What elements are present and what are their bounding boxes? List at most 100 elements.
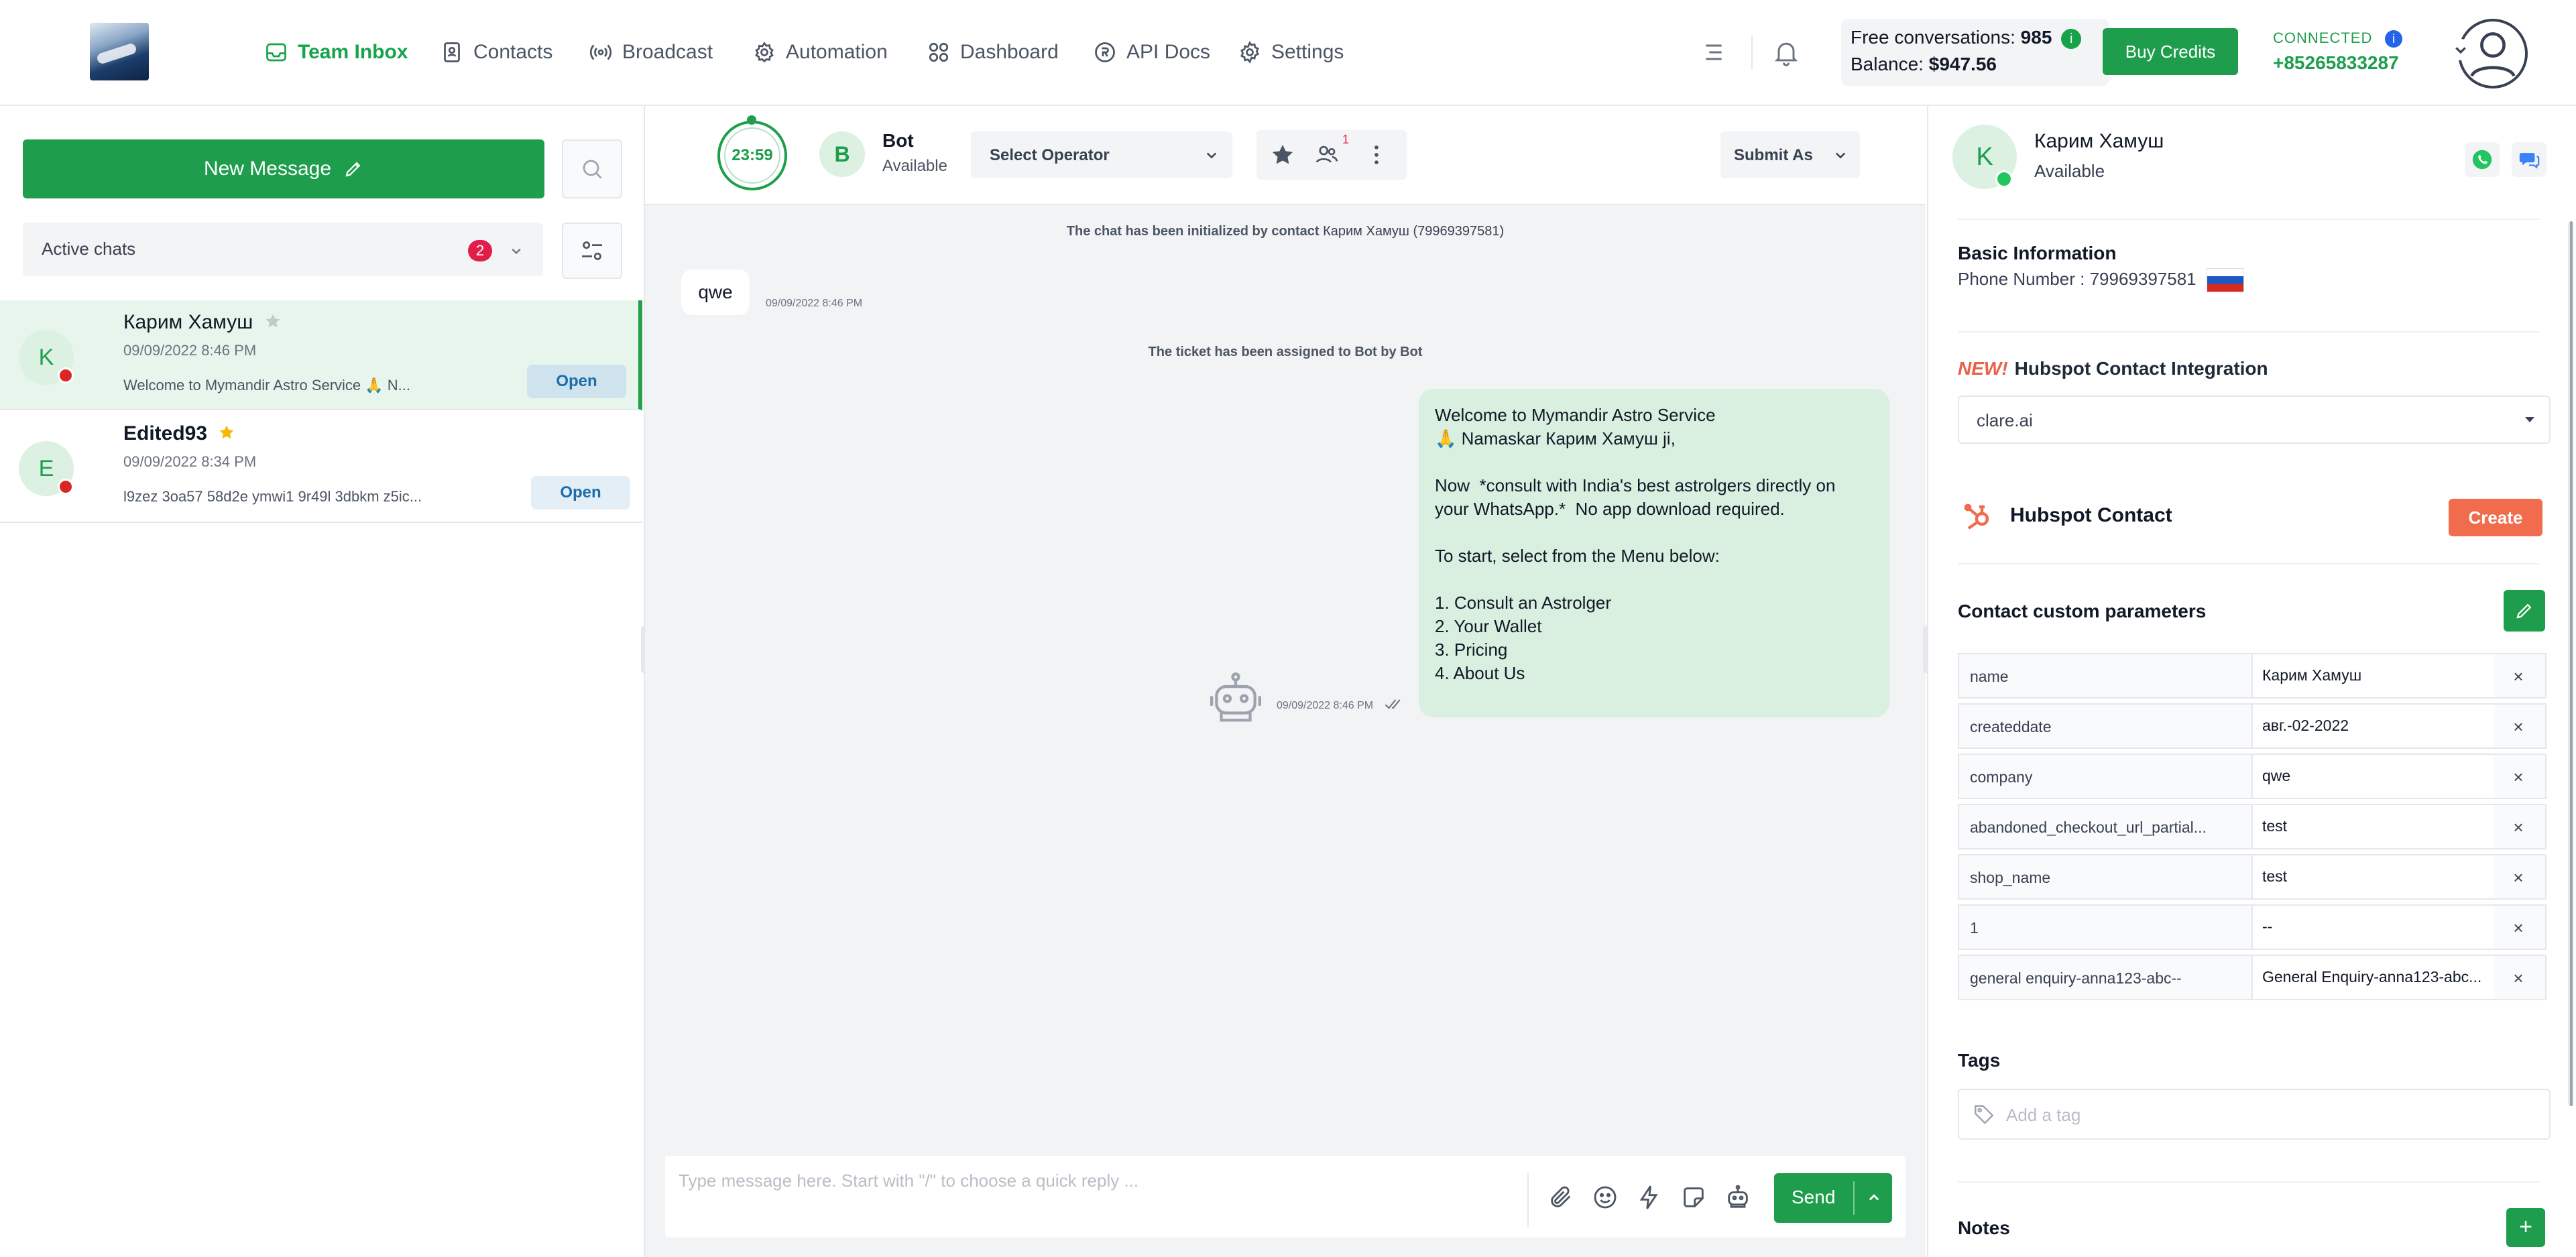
scrollbar-thumb[interactable]	[2570, 221, 2573, 1106]
open-status-button[interactable]: Open	[531, 476, 630, 510]
add-tag-placeholder: Add a tag	[2006, 1105, 2081, 1125]
submit-as-dropdown[interactable]: Submit As	[1720, 131, 1860, 178]
parameter-value-field[interactable]: Карим Хамуш	[2251, 654, 2494, 697]
offline-status-dot	[58, 367, 74, 383]
message-line: ​	[1435, 568, 1873, 591]
star-icon[interactable]	[1270, 142, 1295, 168]
message-line: your WhatsApp.* No app download required…	[1435, 499, 1785, 519]
search-button[interactable]	[562, 139, 622, 198]
parameter-key: name	[1970, 668, 2009, 685]
dashboard-icon	[929, 42, 949, 62]
parameter-value-field[interactable]: test	[2251, 805, 2494, 848]
outgoing-message-bubble: Welcome to Mymandir Astro Service 🙏 Nama…	[1419, 389, 1889, 717]
assignee-status: Available	[882, 157, 947, 175]
select-operator-label: Select Operator	[990, 146, 1110, 164]
parameter-key: general enquiry-anna123-abc--	[1970, 969, 2182, 987]
system-message-initialized: The chat has been initialized by contact…	[645, 224, 1926, 239]
menu-icon[interactable]	[1700, 39, 1727, 66]
more-vertical-icon[interactable]	[1364, 142, 1389, 168]
message-timestamp: 09/09/2022 8:46 PM	[1277, 700, 1374, 711]
system-message-contact: Карим Хамуш (79969397581)	[1323, 224, 1505, 239]
chevron-down-icon	[1835, 152, 1846, 159]
contact-status: Available	[2034, 161, 2105, 181]
system-message-assigned: The ticket has been assigned to Bot by B…	[1148, 345, 1423, 359]
remove-parameter-button[interactable]: ×	[2506, 866, 2530, 890]
balance-value: $947.56	[1928, 54, 1997, 74]
info-icon[interactable]: i	[2061, 28, 2082, 49]
filter-settings-button[interactable]	[562, 223, 622, 279]
parameter-value-field[interactable]: авг.-02-2022	[2251, 705, 2494, 747]
message-line: 1. Consult an Astrolger	[1435, 593, 1612, 613]
nav-label: Automation	[786, 41, 888, 63]
company-logo[interactable]	[90, 23, 149, 80]
chat-list-item[interactable]: E Edited93 09/09/2022 8:34 PM l9zez 3oa5…	[0, 412, 642, 523]
active-chats-count-badge: 2	[468, 240, 492, 261]
users-icon[interactable]	[1314, 142, 1340, 168]
add-note-button[interactable]: +	[2506, 1208, 2545, 1247]
chat-list-item[interactable]: K Карим Хамуш 09/09/2022 8:46 PM Welcome…	[0, 300, 642, 410]
parameter-value: test	[2262, 867, 2288, 885]
chat-filter-dropdown[interactable]: Active chats 2	[23, 223, 543, 276]
create-hubspot-contact-button[interactable]: Create	[2449, 499, 2542, 536]
chat-preview: l9zez 3oa57 58d2e ymwi1 9r49l 3dbkm z5ic…	[123, 488, 422, 505]
message-input[interactable]: Type message here. Start with "/" to cho…	[679, 1171, 1138, 1191]
parameter-value-field[interactable]: qwe	[2251, 755, 2494, 798]
whatsapp-channel-button[interactable]	[2465, 142, 2500, 177]
balance: Balance: $947.56	[1851, 54, 1997, 75]
nav-dashboard[interactable]: Dashboard	[927, 35, 1059, 70]
select-operator-dropdown[interactable]: Select Operator	[971, 131, 1232, 178]
remove-parameter-button[interactable]: ×	[2506, 715, 2530, 739]
chevron-up-icon[interactable]	[1864, 1188, 1884, 1208]
notification-count: 1	[1342, 133, 1350, 146]
nav-contacts[interactable]: Contacts	[440, 35, 552, 70]
remove-parameter-button[interactable]: ×	[2506, 665, 2530, 689]
assignee-name: Bot	[882, 130, 914, 151]
nav-broadcast[interactable]: Broadcast	[589, 35, 713, 70]
message-line: ​	[1435, 451, 1873, 474]
bot-icon[interactable]	[1724, 1184, 1751, 1211]
edit-parameters-button[interactable]	[2504, 590, 2545, 632]
parameter-row: name Карим Хамуш ×	[1958, 653, 2546, 699]
parameter-value-field[interactable]: test	[2251, 855, 2494, 898]
nav-team-inbox[interactable]: Team Inbox	[264, 35, 408, 70]
divider	[1958, 1181, 2540, 1183]
star-icon[interactable]	[264, 312, 282, 330]
add-tag-input[interactable]: Add a tag	[1958, 1089, 2551, 1140]
parameter-value-field[interactable]: General Enquiry-anna123-abc...	[2251, 956, 2494, 999]
chevron-down-icon[interactable]	[2450, 39, 2471, 60]
parameter-key: abandoned_checkout_url_partial...	[1970, 819, 2207, 836]
parameter-value: --	[2262, 918, 2273, 935]
lightning-icon[interactable]	[1636, 1184, 1663, 1211]
parameter-value: test	[2262, 817, 2288, 835]
new-message-button[interactable]: New Message	[23, 139, 544, 198]
remove-parameter-button[interactable]: ×	[2506, 816, 2530, 840]
tags-title: Tags	[1958, 1050, 2001, 1071]
basic-information-title: Basic Information	[1958, 243, 2117, 263]
open-status-button[interactable]: Open	[527, 365, 626, 398]
star-icon[interactable]	[218, 424, 235, 441]
chat-channel-button[interactable]	[2512, 142, 2546, 177]
nav-settings[interactable]: Settings	[1238, 35, 1344, 70]
parameter-value-field[interactable]: --	[2251, 906, 2494, 949]
emoji-icon[interactable]	[1592, 1184, 1619, 1211]
nav-label: Dashboard	[960, 41, 1059, 63]
remove-parameter-button[interactable]: ×	[2506, 967, 2530, 991]
info-icon[interactable]: i	[2385, 30, 2403, 48]
avatar-initial: E	[38, 456, 54, 481]
attachment-icon[interactable]	[1547, 1184, 1574, 1211]
nav-automation[interactable]: Automation	[752, 35, 888, 70]
divider	[1527, 1173, 1529, 1227]
remove-parameter-button[interactable]: ×	[2506, 766, 2530, 790]
buy-credits-button[interactable]: Buy Credits	[2103, 28, 2238, 75]
remove-parameter-button[interactable]: ×	[2506, 916, 2530, 941]
sticker-icon[interactable]	[1680, 1184, 1707, 1211]
divider	[1958, 563, 2540, 564]
chat-date: 09/09/2022 8:34 PM	[123, 453, 257, 470]
hubspot-integration-label: Hubspot Contact Integration	[2014, 358, 2268, 379]
chat-bubbles-icon	[2519, 153, 2540, 169]
parameter-key: 1	[1970, 919, 1979, 937]
bell-icon[interactable]	[1771, 38, 1801, 67]
send-button[interactable]: Send	[1774, 1173, 1892, 1223]
nav-api-docs[interactable]: API Docs	[1093, 35, 1210, 70]
hubspot-account-select[interactable]: clare.ai	[1958, 396, 2551, 444]
